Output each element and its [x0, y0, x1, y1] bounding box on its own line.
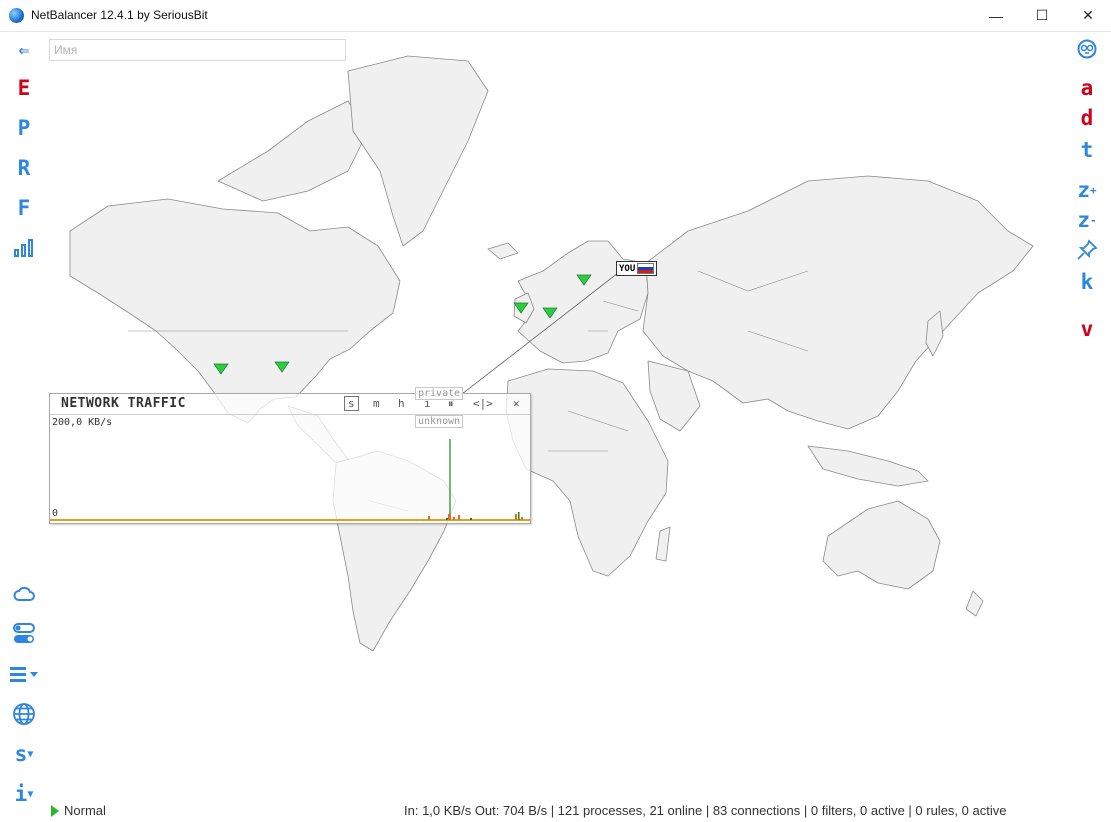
status-mode[interactable]: Normal: [64, 803, 106, 818]
toggle-settings-button[interactable]: [0, 616, 48, 652]
cloud-icon: [13, 586, 35, 601]
maximize-button[interactable]: ☐: [1019, 0, 1065, 31]
status-bar: Normal In: 1,0 KB/s Out: 704 B/s | 121 p…: [0, 801, 1111, 822]
chevron-down-icon: ▼: [27, 788, 34, 800]
arctic-islands: [217, 100, 369, 202]
s-dropdown-button[interactable]: s ▼: [0, 736, 48, 772]
world-map-button[interactable]: [0, 696, 48, 732]
play-icon: [51, 805, 59, 817]
left-toolbar: ⇐ E P R F s ▼ i ▼: [0, 31, 48, 821]
back-arrow-button[interactable]: ⇐: [0, 32, 48, 68]
network-traffic-panel[interactable]: NETWORK TRAFFIC s m h i ⏸ <|> ✕ 200,0 KB…: [49, 393, 531, 524]
owl-face-icon: [1077, 39, 1097, 59]
toggle-icon: [13, 623, 35, 643]
plus-icon: +: [1090, 183, 1097, 197]
australia: [822, 500, 941, 590]
priorities-button[interactable]: P: [0, 110, 48, 146]
traffic-panel-title: NETWORK TRAFFIC: [61, 396, 186, 411]
t-button[interactable]: t: [1063, 132, 1111, 168]
d-button[interactable]: d: [1063, 100, 1111, 136]
window-title: NetBalancer 12.4.1 by SeriousBit: [31, 8, 208, 22]
globe-icon: [13, 703, 35, 725]
search-input[interactable]: [49, 39, 346, 61]
close-icon[interactable]: ✕: [513, 397, 520, 410]
menu-icon: [10, 667, 38, 682]
right-toolbar: a d t z + z- k v: [1063, 31, 1111, 821]
zoom-out-label: z: [1077, 208, 1091, 232]
statistics-button[interactable]: [0, 230, 48, 266]
private-connections-tag[interactable]: private: [415, 387, 464, 400]
bar-chart-icon: [14, 239, 33, 257]
status-stats: In: 1,0 KB/s Out: 704 B/s | 121 processe…: [404, 803, 1007, 818]
mascot-button[interactable]: [1063, 31, 1111, 67]
russia-flag-icon: [637, 263, 655, 274]
minimize-button[interactable]: —: [973, 0, 1019, 31]
chevron-down-icon: ▼: [27, 748, 34, 760]
edit-button[interactable]: E: [0, 70, 48, 106]
indonesia: [807, 445, 929, 487]
k-button[interactable]: k: [1063, 264, 1111, 300]
pin-icon: [1077, 239, 1098, 260]
close-button[interactable]: ✕: [1065, 0, 1111, 31]
new-zealand: [965, 590, 984, 617]
zoom-in-label: z: [1077, 178, 1091, 202]
hours-scale-button[interactable]: h: [398, 397, 405, 410]
unknown-connections-tag[interactable]: unknown: [415, 415, 464, 428]
europe: [517, 240, 649, 364]
pin-button[interactable]: [1063, 232, 1111, 268]
iceland: [487, 242, 519, 260]
minutes-scale-button[interactable]: m: [373, 397, 380, 410]
filters-button[interactable]: F: [0, 190, 48, 226]
asia: [642, 175, 1034, 430]
menu-dropdown-button[interactable]: [0, 656, 48, 692]
north-america: [69, 198, 401, 424]
v-button[interactable]: v: [1063, 311, 1111, 347]
s-label: s: [14, 742, 28, 766]
app-icon: [9, 8, 24, 23]
traffic-graph: [50, 439, 530, 521]
you-label: YOU: [619, 263, 636, 274]
cloud-sync-button[interactable]: [0, 576, 48, 612]
title-bar: NetBalancer 12.4.1 by SeriousBit — ☐ ✕: [0, 0, 1111, 32]
seconds-scale-button[interactable]: s: [344, 396, 359, 411]
madagascar: [655, 526, 671, 562]
minus-icon: -: [1090, 213, 1097, 227]
you-location-marker[interactable]: YOU: [616, 261, 658, 276]
rules-button[interactable]: R: [0, 150, 48, 186]
greenland: [347, 55, 489, 247]
expand-collapse-button[interactable]: <|>: [473, 397, 493, 410]
